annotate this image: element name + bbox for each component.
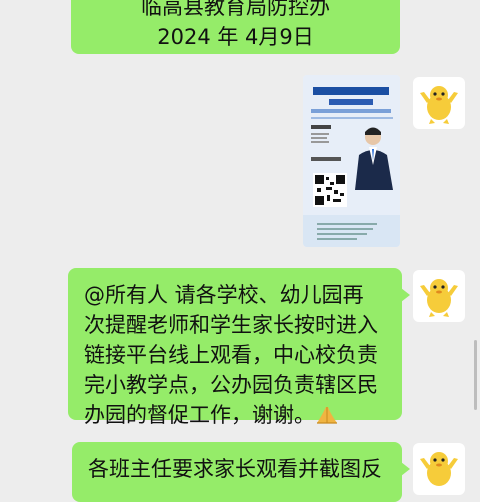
- avatar[interactable]: [413, 77, 465, 129]
- bubble-tail: [401, 462, 410, 476]
- bubble-tail: [401, 288, 410, 302]
- image-message[interactable]: [303, 75, 400, 247]
- yellow-duck-avatar-icon: [420, 452, 458, 486]
- yellow-duck-avatar-icon: [420, 86, 458, 124]
- folded-hands-emoji-icon: [317, 407, 337, 424]
- message-bubble-4[interactable]: 各班主任要求家长观看并截图反: [72, 442, 410, 502]
- message-bubble-3[interactable]: @所有人 请各学校、幼儿园再次提醒老师和学生家长按时进入链接平台线上观看，中心校…: [68, 268, 410, 427]
- poster-image: [303, 75, 400, 247]
- yellow-duck-avatar-icon: [420, 279, 458, 317]
- avatar[interactable]: [413, 270, 465, 322]
- scrollbar[interactable]: [474, 340, 477, 410]
- message-text: 各班主任要求家长观看并截图反: [88, 457, 382, 481]
- message-line: 2024 年 4月9日: [157, 25, 314, 49]
- message-bubble-1[interactable]: 临高县教育局防控办 2024 年 4月9日: [71, 0, 400, 54]
- avatar[interactable]: [413, 443, 465, 495]
- message-line: 临高县教育局防控办: [141, 0, 330, 19]
